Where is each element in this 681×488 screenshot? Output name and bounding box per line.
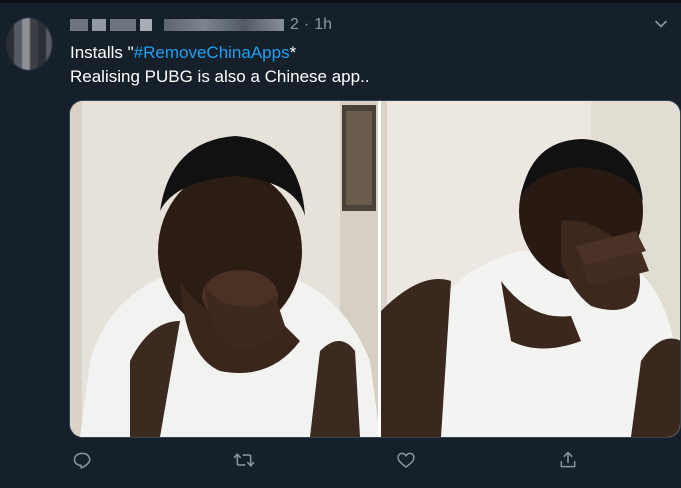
text-prefix: Installs " (70, 43, 134, 62)
retweet-icon (233, 453, 255, 467)
blurred-name (140, 19, 152, 31)
like-icon (397, 452, 415, 468)
blurred-name (70, 19, 88, 31)
tweet-text-line-1: Installs "#RemoveChinaApps* (70, 42, 296, 64)
handle-suffix: 2 (290, 16, 299, 33)
blurred-name (92, 19, 106, 31)
text-suffix: * (289, 43, 297, 62)
hashtag-link[interactable]: #RemoveChinaApps (134, 43, 290, 62)
share-button[interactable] (554, 446, 582, 474)
tweet-text-line-2: Realising PUBG is also a Chinese app.. (70, 67, 370, 86)
avatar[interactable] (6, 18, 52, 70)
top-border (0, 0, 681, 3)
share-icon (560, 451, 576, 468)
reply-button[interactable] (68, 446, 96, 474)
crying-boy-image (381, 101, 680, 437)
image-panel-right[interactable] (381, 101, 680, 437)
timestamp[interactable]: 1h (314, 16, 332, 34)
chevron-down-icon (655, 20, 667, 28)
retweet-button[interactable] (230, 446, 258, 474)
crying-boy-image (70, 101, 379, 437)
blurred-handle (164, 19, 284, 31)
tweet-menu-button[interactable] (651, 14, 671, 34)
tweet-header: 2 · 1h (70, 14, 332, 36)
separator-dot: · (303, 16, 310, 33)
like-button[interactable] (392, 446, 420, 474)
image-panel-left[interactable] (70, 101, 379, 437)
blurred-name (110, 19, 136, 31)
tweet-media[interactable] (69, 100, 681, 438)
reply-icon (73, 452, 91, 469)
tweet-actions (68, 446, 588, 474)
